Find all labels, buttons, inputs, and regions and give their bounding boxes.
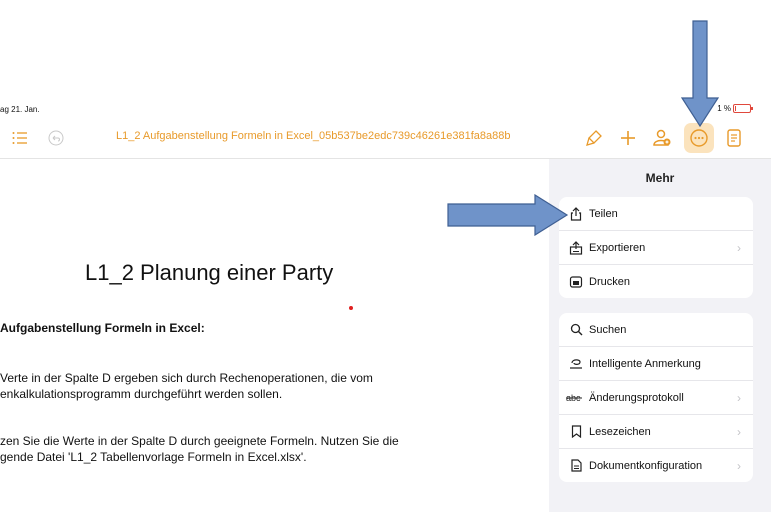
document-icon[interactable] [720,124,748,152]
battery-icon [733,104,753,113]
plus-icon[interactable] [614,124,642,152]
paragraph-1-line-1: Verte in der Spalte D ergeben sich durch… [0,371,373,385]
menu-item-smart-annotation[interactable]: Intelligente Anmerkung [559,347,753,381]
document-title: L1_2 Aufgabenstellung Formeln in Excel_0… [116,130,511,142]
chevron-right-icon: › [737,240,741,255]
menu-item-label: Intelligente Anmerkung [589,357,701,370]
paragraph-2-line-2: gende Datei 'L1_2 Tabellenvorlage Formel… [0,450,307,464]
track-changes-icon: abc [563,393,589,403]
menu-item-search[interactable]: Suchen [559,313,753,347]
chevron-right-icon: › [737,390,741,405]
menu-group-1: Teilen Exportieren › Drucken [559,197,753,298]
paintbrush-icon[interactable] [580,124,608,152]
menu-group-2: Suchen Intelligente Anmerkung abc Änderu… [559,313,753,482]
cursor-marker [349,306,353,310]
menu-item-print[interactable]: Drucken [559,265,753,298]
chevron-right-icon: › [737,458,741,473]
toolbar: L1_2 Aufgabenstellung Formeln in Excel_0… [0,122,771,158]
export-icon [563,240,589,255]
menu-item-bookmarks[interactable]: Lesezeichen › [559,415,753,449]
chevron-right-icon: › [737,424,741,439]
document-subheading: Aufgabenstellung Formeln in Excel: [0,321,205,335]
battery-indicator: 1 % [717,104,753,113]
menu-item-share[interactable]: Teilen [559,197,753,231]
search-icon [563,323,589,336]
menu-title: Mehr [645,171,675,185]
collaborate-icon[interactable] [648,124,676,152]
menu-item-label: Teilen [589,207,618,220]
status-date: ag 21. Jan. [0,105,40,114]
menu-item-label: Lesezeichen [589,425,651,438]
list-icon[interactable] [6,124,34,152]
menu-item-label: Änderungsprotokoll [589,391,684,404]
undo-icon[interactable] [42,124,70,152]
print-icon [563,275,589,289]
paragraph-1-line-2: enkalkulationsprogramm durchgeführt werd… [0,387,283,401]
menu-item-document-setup[interactable]: Dokumentkonfiguration › [559,449,753,482]
paragraph-2-line-1: zen Sie die Werte in der Spalte D durch … [0,434,399,448]
menu-item-track-changes[interactable]: abc Änderungsprotokoll › [559,381,753,415]
menu-item-label: Suchen [589,323,627,336]
menu-item-export[interactable]: Exportieren › [559,231,753,265]
smart-annotation-icon [563,357,589,370]
right-arrow-annotation [447,194,569,236]
bookmark-icon [563,425,589,438]
menu-item-label: Drucken [589,275,630,288]
document-heading: L1_2 Planung einer Party [85,260,334,285]
document-setup-icon [563,459,589,472]
more-menu-panel: Mehr Teilen Exportieren › Drucken Suchen… [549,159,771,512]
menu-item-label: Exportieren [589,241,646,254]
down-arrow-annotation [680,20,720,128]
menu-item-label: Dokumentkonfiguration [589,459,703,472]
